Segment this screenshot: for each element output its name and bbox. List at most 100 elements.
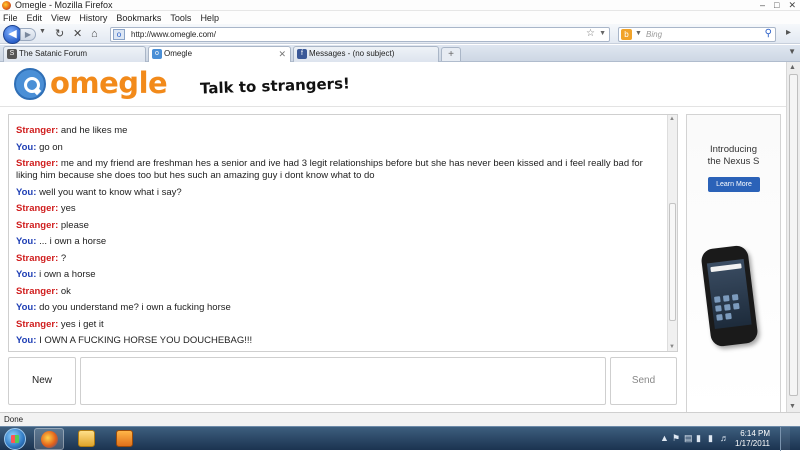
windows-taskbar: ▲ ⚑ ▤ ▮ ▮ ♬ 6:14 PM 1/17/2011 <box>0 426 800 451</box>
page-viewport: omegle Talk to strangers! Stranger: and … <box>0 62 800 414</box>
clock-time[interactable]: 6:14 PM <box>740 429 770 438</box>
header-divider <box>0 106 786 107</box>
search-engine-dropdown-icon[interactable]: ▼ <box>635 30 642 37</box>
chat-scroll-up-icon[interactable]: ▲ <box>669 116 675 122</box>
message-text: go on <box>39 141 63 153</box>
addon-icon[interactable]: ▸ <box>786 27 791 38</box>
page-scroll-thumb[interactable] <box>789 74 798 396</box>
new-chat-button[interactable]: New <box>8 357 76 405</box>
search-icon[interactable]: ⚲ <box>765 28 772 39</box>
message-sender: You <box>16 186 34 198</box>
chat-message: You: do you understand me? i own a fucki… <box>16 302 231 313</box>
action-center-flag-icon[interactable]: ⚑ <box>672 433 680 444</box>
page-scroll-down-icon[interactable]: ▼ <box>789 403 796 410</box>
omegle-logo-icon[interactable] <box>14 68 46 100</box>
chat-message: Stranger: ok <box>16 285 71 297</box>
message-text: ... i own a horse <box>39 236 107 247</box>
omegle-logo[interactable]: omegle <box>50 66 168 100</box>
page-scrollbar[interactable]: ▲ ▼ <box>786 62 800 412</box>
message-text: ok <box>60 285 71 297</box>
address-bar[interactable]: o http://www.omegle.com/ ☆ ▼ <box>110 27 610 42</box>
show-desktop-button[interactable] <box>780 427 790 451</box>
chat-message: You: well you want to know what i say? <box>16 186 182 198</box>
clock-date[interactable]: 1/17/2011 <box>735 439 770 448</box>
message-text: me and my friend are freshman hes a seni… <box>16 158 643 181</box>
signal-bars-icon[interactable]: ▮ <box>708 433 713 444</box>
menu-tools[interactable]: Tools <box>170 13 191 23</box>
message-sender: Stranger <box>16 219 56 231</box>
nexus-phone-image <box>700 244 759 348</box>
url-dropdown-icon[interactable]: ▼ <box>599 30 606 37</box>
status-text: Done <box>4 415 24 424</box>
nexus-s-ad[interactable]: Introducing the Nexus S Learn More <box>686 114 781 414</box>
page-scroll-up-icon[interactable]: ▲ <box>789 64 796 71</box>
chat-status-message: Your conversational partner has disconne… <box>16 352 661 353</box>
menu-bookmarks[interactable]: Bookmarks <box>116 13 161 23</box>
search-bar[interactable]: b ▼ Bing ⚲ <box>618 27 776 42</box>
media-player-icon <box>116 430 133 447</box>
tab-label: The Satanic Forum <box>19 49 88 58</box>
menu-file[interactable]: File <box>3 13 18 23</box>
system-tray: ▲ ⚑ ▤ ▮ ▮ ♬ 6:14 PM 1/17/2011 <box>660 427 790 451</box>
message-text: yes i get it <box>60 318 104 330</box>
navigation-toolbar: ◀ ▶ ▼ ↻ ✕ ⌂ o http://www.omegle.com/ ☆ ▼… <box>0 24 800 44</box>
status-bar: Done <box>0 412 800 426</box>
address-url[interactable]: http://www.omegle.com/ <box>131 29 216 41</box>
chat-scroll-thumb[interactable] <box>669 203 676 321</box>
menu-view[interactable]: View <box>51 13 70 23</box>
learn-more-button[interactable]: Learn More <box>708 177 760 192</box>
message-input[interactable] <box>80 357 606 405</box>
chat-message: You: ... i own a horse <box>16 236 107 247</box>
ad-line-1: Introducing <box>709 144 757 155</box>
maximize-button[interactable]: □ <box>774 0 779 11</box>
send-button[interactable]: Send <box>610 357 677 405</box>
search-input[interactable]: Bing <box>646 29 662 41</box>
window-titlebar: Omegle - Mozilla Firefox – □ ✕ <box>0 0 800 11</box>
tab-label: Omegle <box>164 49 193 58</box>
start-button[interactable] <box>4 428 26 450</box>
forward-button[interactable]: ▶ <box>20 28 36 41</box>
close-tab-icon[interactable]: ✕ <box>278 47 286 61</box>
message-sender: Stranger <box>16 252 56 264</box>
history-dropdown-icon[interactable]: ▼ <box>39 28 46 35</box>
taskbar-explorer[interactable] <box>72 428 102 450</box>
message-text: I OWN A FUCKING HORSE YOU DOUCHEBAG!!! <box>39 335 253 346</box>
tab-omegle[interactable]: o Omegle ✕ <box>148 46 291 63</box>
menu-history[interactable]: History <box>79 13 107 23</box>
taskbar-firefox[interactable] <box>34 428 64 450</box>
chat-message: Stranger: yes <box>16 203 76 214</box>
battery-icon[interactable]: ▮ <box>696 433 701 444</box>
bookmark-star-icon[interactable]: ☆ <box>586 28 595 39</box>
message-sender: Stranger <box>16 158 56 169</box>
chat-scroll-down-icon[interactable]: ▼ <box>669 344 675 350</box>
volume-icon[interactable]: ♬ <box>720 433 729 443</box>
firefox-taskbar-icon <box>41 431 58 448</box>
chat-scrollbar[interactable]: ▲ ▼ <box>667 115 677 351</box>
chat-message: You: i own a horse <box>16 269 96 280</box>
tab-list-dropdown-icon[interactable]: ▼ <box>788 47 796 56</box>
message-sender: Stranger <box>16 125 56 136</box>
menu-help[interactable]: Help <box>200 13 219 23</box>
minimize-button[interactable]: – <box>760 0 765 11</box>
reload-icon[interactable]: ↻ <box>55 27 64 41</box>
message-text: i own a horse <box>39 269 96 280</box>
stop-icon[interactable]: ✕ <box>73 27 82 41</box>
tab-satanic-forum[interactable]: S The Satanic Forum <box>3 46 146 62</box>
chat-message: Stranger: yes i get it <box>16 318 104 330</box>
network-icon[interactable]: ▤ <box>684 433 693 444</box>
chat-message: You: go on <box>16 141 63 153</box>
taskbar-media-player[interactable] <box>110 428 140 450</box>
search-engine-icon[interactable]: b <box>621 29 632 40</box>
message-sender: You <box>16 236 34 247</box>
chat-log[interactable]: Stranger: and he likes me You: go on Stran… <box>8 114 678 352</box>
folder-icon <box>78 430 95 447</box>
new-tab-button[interactable]: + <box>441 47 461 61</box>
show-hidden-icons-icon[interactable]: ▲ <box>660 433 669 443</box>
menu-edit[interactable]: Edit <box>27 13 43 23</box>
tab-facebook-messages[interactable]: f Messages - (no subject) <box>293 46 439 62</box>
message-sender: You <box>16 141 34 153</box>
home-icon[interactable]: ⌂ <box>91 27 98 41</box>
close-window-button[interactable]: ✕ <box>788 0 796 11</box>
message-text: and he likes me <box>60 125 128 136</box>
tab-strip: S The Satanic Forum o Omegle ✕ f Message… <box>0 45 800 63</box>
